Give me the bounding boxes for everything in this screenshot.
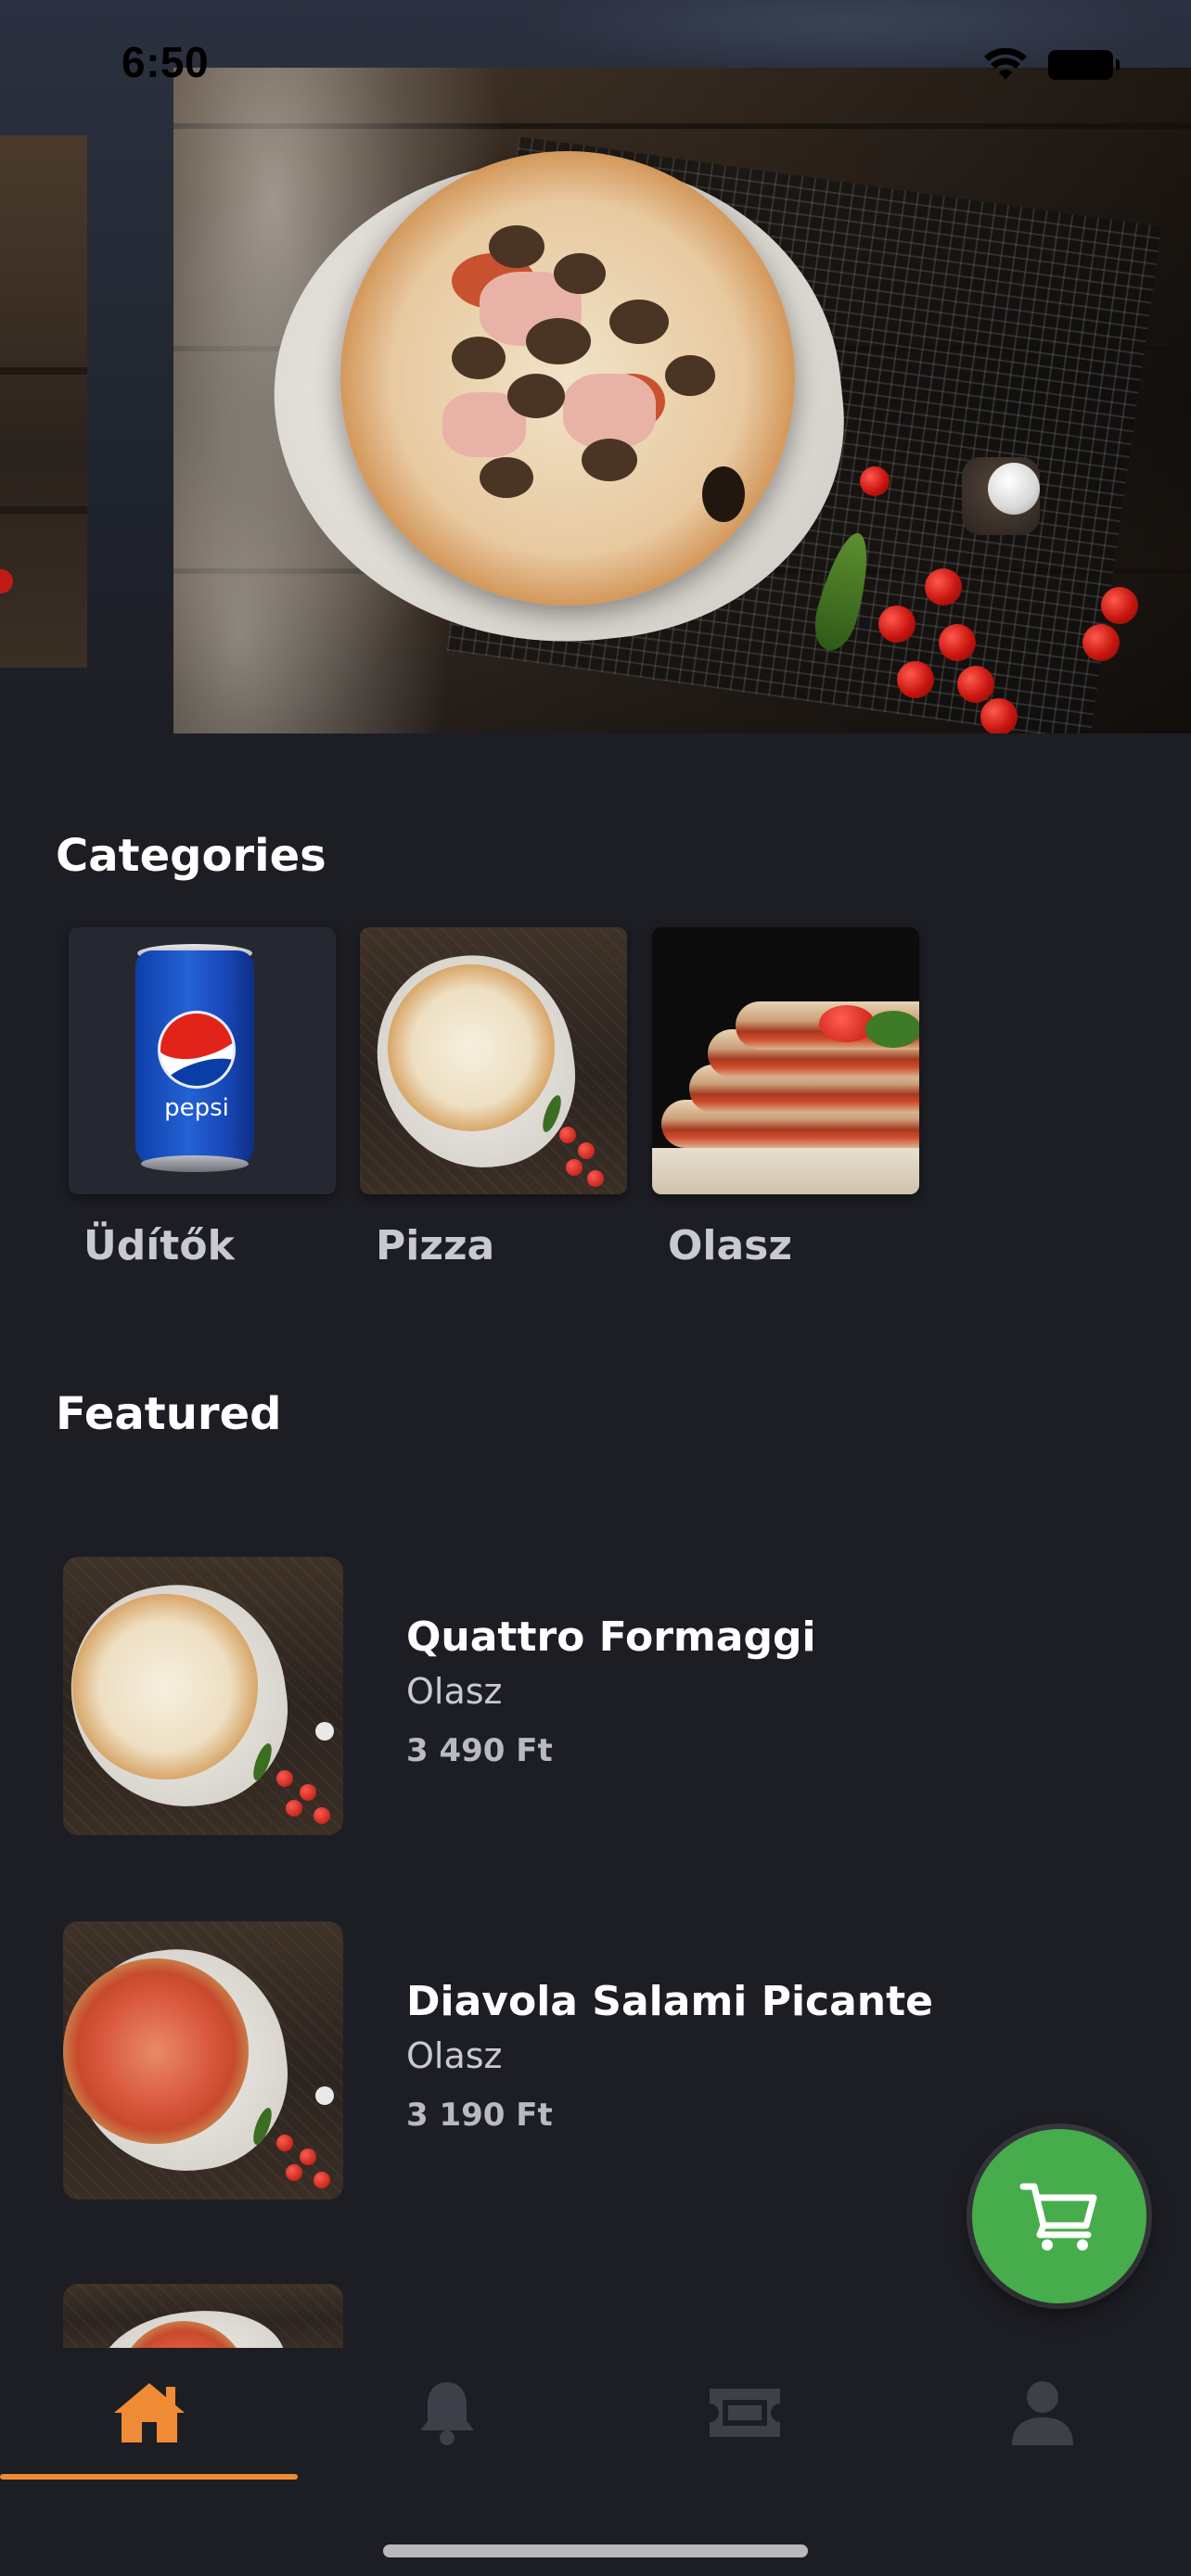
nav-active-indicator — [0, 2474, 298, 2480]
featured-item-price: 3 190 Ft — [406, 2097, 553, 2134]
featured-item-image-partial[interactable] — [63, 2284, 343, 2349]
hero-pizza-image[interactable] — [173, 68, 1191, 733]
category-label-uditok[interactable]: Üdítők — [83, 1222, 235, 1269]
featured-item-image[interactable] — [63, 1921, 343, 2200]
featured-item-name[interactable]: Quattro Formaggi — [406, 1613, 816, 1661]
ticket-icon — [709, 2389, 780, 2437]
bell-icon — [419, 2382, 474, 2445]
featured-item-name[interactable]: Diavola Salami Picante — [406, 1978, 933, 2025]
featured-title: Featured — [56, 1388, 282, 1440]
cart-icon — [1019, 2183, 1097, 2251]
category-card-uditok[interactable]: pepsi — [69, 927, 336, 1194]
category-label-pizza[interactable]: Pizza — [376, 1222, 494, 1269]
featured-item-category: Olasz — [406, 2035, 503, 2076]
status-time: 6:50 — [122, 38, 210, 86]
nav-profile[interactable] — [893, 2348, 1191, 2478]
nav-notifications[interactable] — [298, 2348, 596, 2478]
cart-button[interactable] — [972, 2129, 1146, 2303]
featured-item-category: Olasz — [406, 1671, 503, 1712]
bottom-nav — [0, 2348, 1191, 2576]
nav-home[interactable] — [0, 2348, 298, 2478]
home-icon — [113, 2383, 185, 2442]
category-label-olasz[interactable]: Olasz — [668, 1222, 792, 1269]
wifi-icon — [984, 48, 1027, 80]
category-card-olasz[interactable] — [652, 927, 919, 1194]
featured-item-price: 3 490 Ft — [406, 1732, 553, 1769]
status-icons — [983, 48, 1120, 82]
user-icon — [1011, 2381, 1073, 2445]
featured-item-image[interactable] — [63, 1557, 343, 1835]
category-card-pizza[interactable] — [360, 927, 627, 1194]
battery-icon — [1048, 50, 1120, 80]
home-indicator — [383, 2544, 808, 2557]
can-brand-text: pepsi — [164, 1094, 229, 1122]
hero-previous-image[interactable] — [0, 135, 87, 668]
categories-title: Categories — [56, 830, 327, 882]
app-screen: 6:50 Categories pepsi Üdítők Pizza Olasz… — [0, 0, 1191, 2576]
nav-coupons[interactable] — [596, 2348, 893, 2478]
